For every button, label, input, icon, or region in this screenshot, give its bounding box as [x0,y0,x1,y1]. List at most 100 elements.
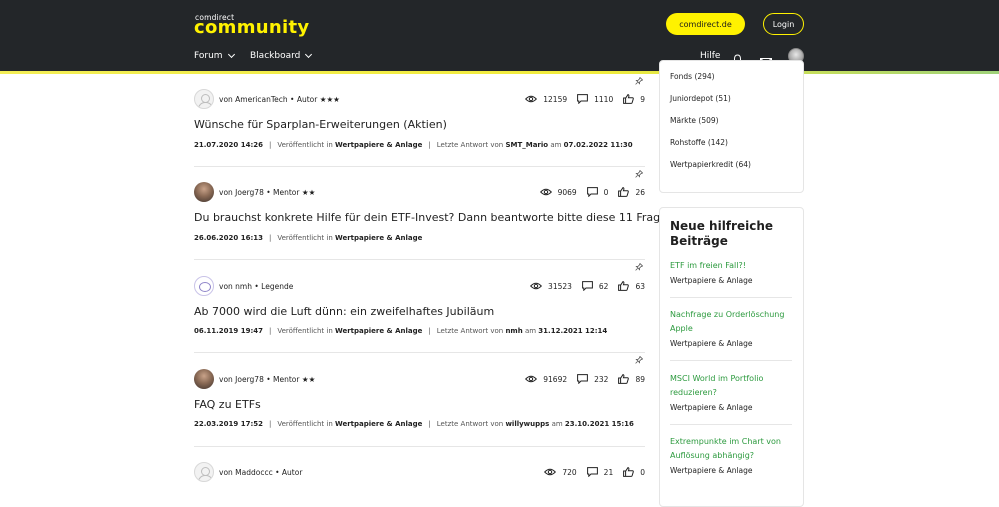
post-category[interactable]: Wertpapiere & Anlage [335,327,422,335]
category-item[interactable]: Märkte (509) [670,116,719,125]
eye-icon [544,468,557,476]
comment-icon [582,281,593,291]
helpful-post-category[interactable]: Wertpapiere & Anlage [670,466,753,475]
replies-count: 62 [598,281,609,291]
comment-icon [577,94,589,104]
likes-count: 26 [635,187,645,197]
eye-icon [525,95,538,103]
replies-count: 0 [603,187,609,197]
post-item[interactable]: von nmh • Legende 31523 62 63 Ab 7000 wi… [194,276,645,346]
post-category[interactable]: Wertpapiere & Anlage [335,420,422,428]
last-reply-am: am [551,420,563,428]
post-item[interactable]: von Maddoccc • Autor 720 21 0 [194,462,645,492]
last-reply-user[interactable]: SMT_Mario [505,141,548,149]
helpful-post-link[interactable]: Nachfrage zu Orderlöschung Apple [670,308,795,336]
author-avatar[interactable] [194,369,214,389]
post-title[interactable]: Wünsche für Sparplan-Erweiterungen (Akti… [194,118,447,131]
eye-icon [525,375,538,383]
logo-community[interactable]: community [194,17,309,38]
helpful-post-category[interactable]: Wertpapiere & Anlage [670,276,753,285]
thumbs-up-icon [623,94,635,104]
likes-stat: 63 [618,281,645,291]
author-info[interactable]: von Joerg78 • Mentor ★★ [219,188,315,197]
replies-stat: 0 [586,187,609,197]
nav-forum-label: Forum [194,51,223,61]
likes-stat: 26 [618,187,645,197]
helpful-post-category[interactable]: Wertpapiere & Anlage [670,339,753,348]
post-divider [194,166,645,167]
likes-stat: 89 [618,374,645,384]
nav-forum[interactable]: Forum [194,50,235,61]
helpful-post-link[interactable]: Extrempunkte im Chart von Auflösung abhä… [670,435,795,463]
views-count: 12159 [543,94,568,104]
thumbs-up-icon [618,281,630,291]
last-reply-label: Letzte Antwort von [436,141,504,149]
replies-stat: 62 [582,281,609,291]
author-info[interactable]: von Joerg78 • Mentor ★★ [219,375,315,384]
author-avatar[interactable] [194,182,214,202]
post-item[interactable]: von Joerg78 • Mentor ★★ 9069 0 26 Du bra… [194,182,678,252]
post-title[interactable]: FAQ zu ETFs [194,398,261,411]
category-item[interactable]: Rohstoffe (142) [670,138,728,147]
post-meta: 06.11.2019 19:47 | Veröffentlicht in Wertp… [194,327,608,335]
category-item[interactable]: Wertpapierkredit (64) [670,160,751,169]
nav-blackboard[interactable]: Blackboard [250,50,313,61]
eye-icon [539,188,552,196]
likes-count: 0 [640,467,645,477]
login-button[interactable]: Login [763,13,804,35]
views-count: 9069 [557,187,577,197]
last-reply-am: am [550,141,562,149]
last-reply-date: 23.10.2021 15:16 [564,420,634,428]
post-item[interactable]: von AmericanTech • Autor ★★★ 12159 1110 … [194,89,645,159]
post-category[interactable]: Wertpapiere & Anlage [335,141,422,149]
eye-icon [530,282,543,290]
post-category[interactable]: Wertpapiere & Anlage [335,234,422,242]
post-date: 21.07.2020 14:26 [194,141,264,149]
published-label: Veröffentlicht in [277,234,333,242]
author-avatar[interactable] [194,276,214,296]
chevron-down-icon [227,50,235,59]
views-stat: 31523 [530,282,572,291]
author-avatar[interactable] [194,462,214,482]
views-stat: 720 [544,467,577,477]
last-reply-label: Letzte Antwort von [436,327,504,335]
author-info[interactable]: von Maddoccc • Autor [219,468,302,477]
comment-icon [586,187,598,197]
replies-stat: 21 [586,467,613,477]
last-reply-date: 31.12.2021 12:14 [538,327,608,335]
likes-stat: 9 [623,94,645,104]
last-reply-user[interactable]: willywupps [505,420,549,428]
post-date: 22.03.2019 17:52 [194,420,264,428]
post-divider [194,259,645,260]
comdirect-button[interactable]: comdirect.de [666,13,745,35]
author-info[interactable]: von nmh • Legende [219,282,293,291]
author-info[interactable]: von AmericanTech • Autor ★★★ [219,95,340,104]
category-item[interactable]: Fonds (294) [670,72,715,81]
author-avatar[interactable] [194,89,214,109]
nav-blackboard-label: Blackboard [250,51,301,61]
helpful-post-category[interactable]: Wertpapiere & Anlage [670,403,753,412]
comment-icon [586,467,598,477]
pin-icon [633,75,645,87]
last-reply-user[interactable]: nmh [505,327,522,335]
helpful-post-link[interactable]: ETF im freien Fall?! [670,259,795,273]
likes-stat: 0 [623,467,645,477]
post-title[interactable]: Du brauchst konkrete Hilfe für dein ETF-… [194,211,678,224]
last-reply-label: Letzte Antwort von [436,420,504,428]
views-stat: 9069 [539,187,577,197]
post-meta: 21.07.2020 14:26 | Veröffentlicht in Wertp… [194,141,633,149]
post-meta: 22.03.2019 17:52 | Veröffentlicht in Wertp… [194,420,634,428]
chevron-down-icon [305,50,313,59]
helpful-divider [670,297,792,298]
thumbs-up-icon [618,187,630,197]
replies-stat: 1110 [577,94,613,104]
helpful-post-link[interactable]: MSCI World im Portfolio reduzieren? [670,372,795,400]
post-item[interactable]: von Joerg78 • Mentor ★★ 91692 232 89 FAQ… [194,369,645,439]
replies-count: 1110 [594,94,614,104]
post-meta: 26.06.2020 16:13 | Veröffentlicht in Wertp… [194,234,423,242]
views-count: 91692 [543,374,568,384]
views-count: 720 [562,467,577,477]
post-title[interactable]: Ab 7000 wird die Luft dünn: ein zweifelh… [194,305,494,318]
likes-count: 63 [635,281,645,291]
category-item[interactable]: Juniordepot (51) [670,94,731,103]
